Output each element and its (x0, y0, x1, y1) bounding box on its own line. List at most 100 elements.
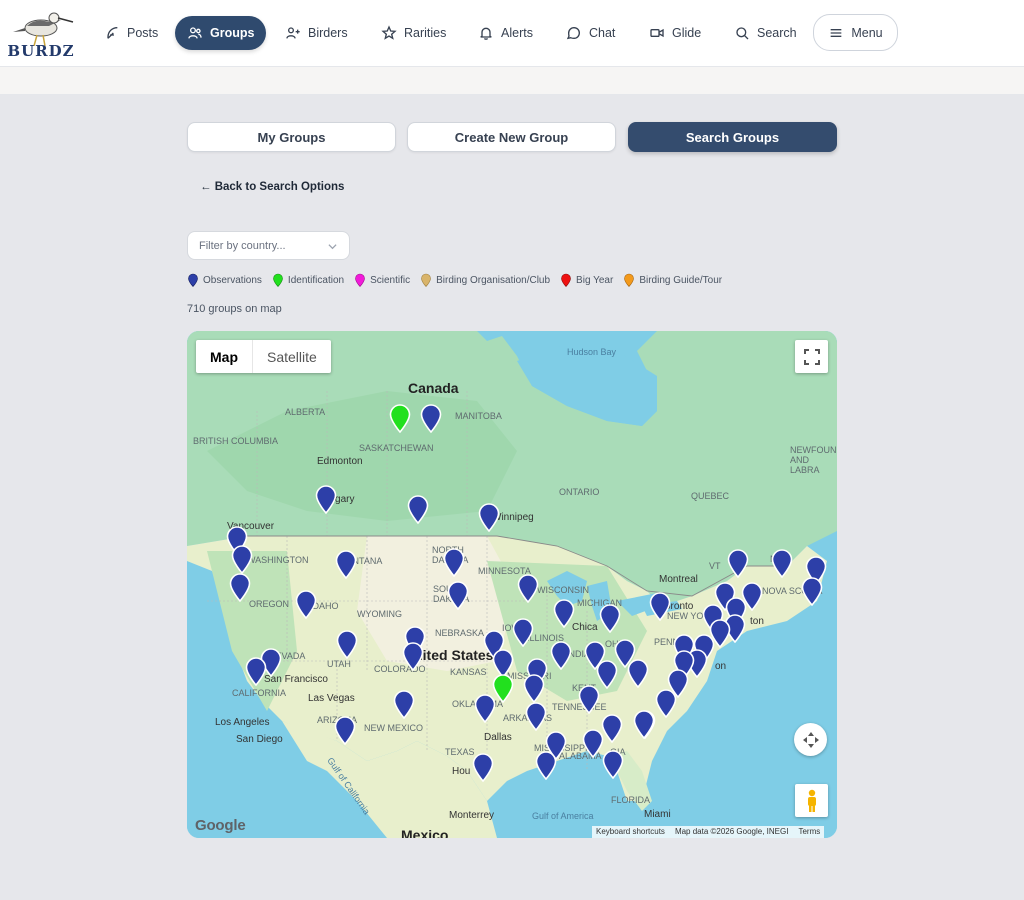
legend-big-year[interactable]: Big Year (560, 273, 613, 287)
legend-big-year-label: Big Year (576, 274, 614, 286)
groups-on-map-count: 710 groups on map (187, 303, 282, 315)
user-plus-icon (286, 27, 300, 39)
nav-search[interactable]: Search (722, 16, 809, 50)
observation-map-pin[interactable] (648, 591, 672, 621)
nav-menu-button[interactable]: Menu (813, 14, 898, 51)
observation-map-pin[interactable] (294, 589, 318, 619)
observation-map-pin[interactable] (335, 629, 359, 659)
back-to-search-options-link[interactable]: ← Back to Search Options (200, 181, 344, 193)
observation-map-pin[interactable] (244, 656, 268, 686)
map-type-map-button[interactable]: Map (196, 340, 253, 373)
terms-link[interactable]: Terms (798, 827, 820, 837)
country-filter-select[interactable]: Filter by country... (187, 231, 350, 260)
country-filter-placeholder: Filter by country... (199, 239, 286, 252)
camera-control-button[interactable] (794, 723, 827, 756)
pegman-icon (807, 789, 816, 812)
tab-my-groups[interactable]: My Groups (187, 122, 396, 152)
nav-chat-label: Chat (589, 26, 616, 40)
map-legend: Observations Identification Scientific B… (187, 273, 722, 287)
observation-map-pin[interactable] (549, 640, 573, 670)
identification-map-pin[interactable] (388, 403, 412, 433)
legend-scientific-label: Scientific (370, 274, 411, 286)
nav-alerts[interactable]: Alerts (466, 16, 545, 50)
nav-search-label: Search (757, 26, 797, 40)
observation-map-pin[interactable] (726, 548, 750, 578)
observation-map-pin[interactable] (333, 715, 357, 745)
observation-map-pin[interactable] (524, 701, 548, 731)
nav-birders[interactable]: Birders (273, 16, 360, 50)
observation-map-pin[interactable] (770, 548, 794, 578)
observation-map-pin[interactable] (334, 549, 358, 579)
observation-map-pin[interactable] (228, 572, 252, 602)
observation-pin-icon (188, 273, 198, 287)
legend-observations[interactable]: Observations (187, 273, 262, 287)
star-icon (381, 25, 397, 40)
nav-glide-label: Glide (672, 26, 702, 40)
observation-map-pin[interactable] (654, 688, 678, 718)
observation-map-pin[interactable] (392, 689, 416, 719)
nav-glide[interactable]: Glide (637, 16, 713, 50)
legend-birding-organisation-club-label: Birding Organisation/Club (436, 274, 551, 286)
observation-map-pin[interactable] (601, 749, 625, 779)
nav-rarities-label: Rarities (404, 26, 447, 40)
street-view-pegman-button[interactable] (795, 784, 828, 817)
observation-map-pin[interactable] (230, 544, 254, 574)
observation-map-pin[interactable] (314, 484, 338, 514)
observation-map-pin[interactable] (534, 750, 558, 780)
search-icon (736, 27, 749, 40)
observation-map-pin[interactable] (473, 693, 497, 723)
guide-tour-pin-icon (624, 273, 635, 287)
feather-icon (107, 27, 118, 39)
legend-identification[interactable]: Identification (272, 273, 344, 287)
observation-map-pin[interactable] (419, 403, 443, 433)
tab-search-groups[interactable]: Search Groups (628, 122, 837, 152)
observation-map-pin[interactable] (516, 573, 540, 603)
club-pin-icon (421, 273, 431, 287)
nav-groups-label: Groups (210, 26, 255, 40)
hamburger-icon (831, 28, 842, 37)
chat-bubble-icon (566, 26, 581, 40)
observation-map-pin[interactable] (600, 713, 624, 743)
tab-create-new-group[interactable]: Create New Group (407, 122, 616, 152)
move-arrows-icon (802, 731, 819, 748)
groups-map[interactable]: Hudson Bay Canada United States Mexico G… (187, 331, 837, 838)
nav-birders-label: Birders (308, 26, 348, 40)
sub-bar (0, 67, 1024, 95)
observation-map-pin[interactable] (598, 603, 622, 633)
map-type-satellite-button[interactable]: Satellite (253, 340, 331, 373)
google-logo: Google (195, 817, 246, 834)
nav-groups[interactable]: Groups (175, 16, 267, 50)
legend-birding-guide-tour[interactable]: Birding Guide/Tour (623, 273, 722, 287)
observation-map-pin[interactable] (552, 598, 576, 628)
observation-map-pin[interactable] (442, 547, 466, 577)
scientific-pin-icon (355, 273, 365, 287)
fullscreen-icon (803, 348, 820, 365)
video-icon (650, 28, 664, 38)
observation-map-pin[interactable] (477, 502, 501, 532)
bird-logo-icon (13, 12, 74, 47)
nav-rarities[interactable]: Rarities (369, 16, 458, 50)
observation-map-pin[interactable] (632, 709, 656, 739)
nav-posts[interactable]: Posts (92, 16, 170, 50)
observation-map-pin[interactable] (522, 673, 546, 703)
observation-map-pin[interactable] (406, 494, 430, 524)
keyboard-shortcuts-link[interactable]: Keyboard shortcuts (596, 827, 665, 837)
observation-map-pin[interactable] (800, 576, 824, 606)
observation-map-pin[interactable] (577, 684, 601, 714)
nav-menu-label: Menu (851, 25, 883, 40)
legend-scientific[interactable]: Scientific (354, 273, 410, 287)
legend-birding-guide-tour-label: Birding Guide/Tour (639, 274, 723, 286)
observation-map-pin[interactable] (401, 641, 425, 671)
fullscreen-button[interactable] (795, 340, 828, 373)
burdz-logo[interactable]: BURDZ (5, 6, 77, 60)
observation-map-pin[interactable] (511, 617, 535, 647)
legend-observations-label: Observations (203, 274, 262, 286)
observation-map-pin[interactable] (446, 580, 470, 610)
big-year-pin-icon (561, 273, 571, 287)
nav-chat[interactable]: Chat (554, 16, 627, 50)
identification-pin-icon (273, 273, 283, 287)
map-data-attribution: Map data ©2026 Google, INEGI (674, 827, 789, 836)
observation-map-pin[interactable] (626, 658, 650, 688)
observation-map-pin[interactable] (471, 752, 495, 782)
legend-birding-organisation-club[interactable]: Birding Organisation/Club (420, 273, 550, 287)
